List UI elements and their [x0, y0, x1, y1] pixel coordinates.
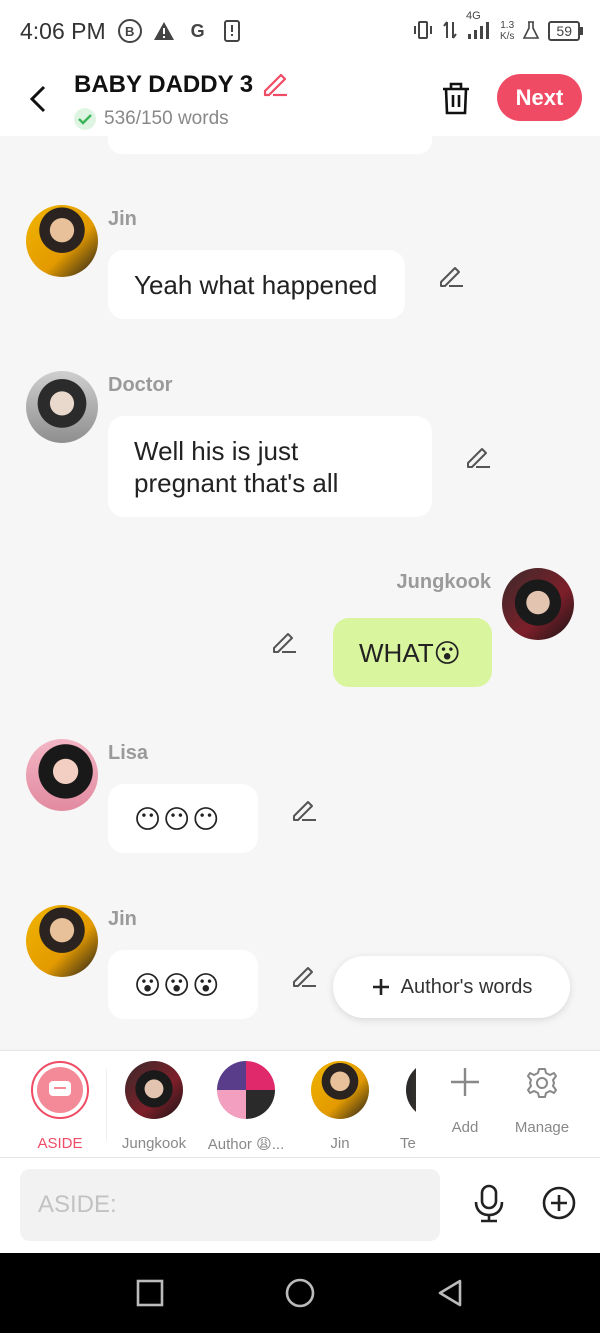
add-content-button[interactable] — [540, 1184, 578, 1222]
system-navigation-bar — [0, 1253, 600, 1333]
warning-icon — [152, 19, 176, 43]
previous-bubble[interactable] — [108, 136, 432, 154]
message-bubble[interactable]: Yeah what happened — [108, 250, 405, 319]
status-time: 4:06 PM — [20, 17, 106, 44]
character-label: Jungkook — [121, 1135, 187, 1152]
character-label: Author 😩... — [207, 1136, 285, 1153]
input-bar — [0, 1158, 600, 1253]
avatar — [311, 1061, 369, 1119]
aside-avatar — [31, 1061, 89, 1119]
message-bubble[interactable]: 😶😶😶 — [108, 784, 258, 853]
flask-icon — [522, 20, 540, 43]
character-te[interactable]: Te — [390, 1061, 416, 1152]
message-bubble[interactable]: Well his is just pregnant that's all — [108, 416, 432, 517]
voice-input-button[interactable] — [470, 1182, 508, 1226]
character-selector: ASIDE Jungkook Author 😩... Jin Te Add Ma… — [0, 1050, 600, 1158]
network-type: 4G — [465, 9, 481, 22]
character-label: Jin — [330, 1135, 350, 1152]
message-bubble[interactable]: WHAT😮 — [333, 618, 492, 687]
edit-message-icon[interactable] — [290, 962, 318, 990]
chevron-left-icon — [29, 85, 46, 113]
divider — [106, 1069, 107, 1141]
character-aside[interactable]: ASIDE — [15, 1061, 105, 1152]
story-title: BABY DADDY 3 — [74, 71, 254, 98]
edit-message-icon[interactable] — [270, 628, 298, 656]
speaker-name: Lisa — [108, 742, 149, 764]
character-jin[interactable]: Jin — [295, 1061, 385, 1152]
edit-message-icon[interactable] — [437, 262, 465, 290]
authors-words-button[interactable]: Author's words — [333, 956, 570, 1018]
plus-icon — [451, 1068, 479, 1096]
edit-title-icon[interactable] — [261, 69, 289, 102]
plus-circle-icon — [542, 1186, 576, 1220]
add-character-button[interactable]: Add — [425, 1065, 505, 1136]
back-button[interactable] — [8, 69, 68, 129]
network-speed: 1.3 K/s — [500, 20, 514, 42]
avatar — [217, 1061, 275, 1119]
speaker-name: Jin — [108, 908, 137, 930]
avatar[interactable] — [26, 371, 98, 443]
manage-label: Manage — [514, 1119, 570, 1136]
character-label: Te — [400, 1135, 416, 1152]
next-button[interactable]: Next — [497, 74, 582, 121]
back-nav-icon[interactable] — [434, 1277, 466, 1309]
character-author[interactable]: Author 😩... — [201, 1061, 291, 1153]
speaker-name: Doctor — [108, 374, 173, 396]
speaker-name: Jin — [108, 208, 137, 230]
phone-alert-icon — [220, 19, 244, 43]
status-bar: 4:06 PM B G 4G 1.3 K/s 59 — [0, 0, 600, 62]
manage-button[interactable]: Manage — [502, 1065, 582, 1136]
google-icon: G — [190, 20, 205, 41]
message-bubble[interactable]: 😮😮😮 — [108, 950, 258, 1019]
status-system-icons: 4G 1.3 K/s 59 — [412, 10, 583, 43]
vibrate-icon — [412, 20, 434, 43]
signal-icon: 4G — [466, 10, 492, 43]
aside-input[interactable] — [20, 1169, 440, 1241]
character-label: ASIDE — [37, 1135, 83, 1152]
delete-button[interactable] — [436, 76, 476, 120]
b-circle-icon: B — [117, 19, 142, 43]
speed-unit: K/s — [499, 31, 515, 42]
avatar[interactable] — [502, 568, 574, 640]
chat-area[interactable]: Jin Yeah what happened Doctor Well his i… — [0, 136, 600, 1050]
home-icon[interactable] — [284, 1277, 316, 1309]
trash-icon — [443, 82, 469, 115]
speaker-name: Jungkook — [396, 571, 491, 593]
avatar[interactable] — [26, 739, 98, 811]
title-block: BABY DADDY 3 536/150 words — [74, 69, 289, 130]
edit-message-icon[interactable] — [464, 443, 492, 471]
plus-icon — [372, 979, 389, 995]
authors-words-label: Author's words — [400, 975, 533, 998]
character-jungkook[interactable]: Jungkook — [109, 1061, 199, 1152]
avatar — [406, 1061, 416, 1119]
avatar[interactable] — [26, 205, 98, 277]
edit-message-icon[interactable] — [290, 796, 318, 824]
speed-value: 1.3 — [500, 20, 515, 31]
battery-indicator: 59 — [548, 21, 583, 41]
story-header: BABY DADDY 3 536/150 words Next — [0, 62, 600, 136]
chat-bubble-icon — [49, 1081, 71, 1096]
check-icon — [74, 107, 96, 130]
add-label: Add — [451, 1119, 479, 1136]
recents-icon[interactable] — [134, 1277, 166, 1309]
gear-icon — [527, 1068, 557, 1098]
status-notification-icons: B G — [117, 19, 244, 43]
avatar — [125, 1061, 183, 1119]
word-count: 536/150 words — [104, 107, 229, 129]
data-transfer-icon — [442, 20, 458, 43]
avatar[interactable] — [26, 905, 98, 977]
microphone-icon — [474, 1184, 504, 1223]
